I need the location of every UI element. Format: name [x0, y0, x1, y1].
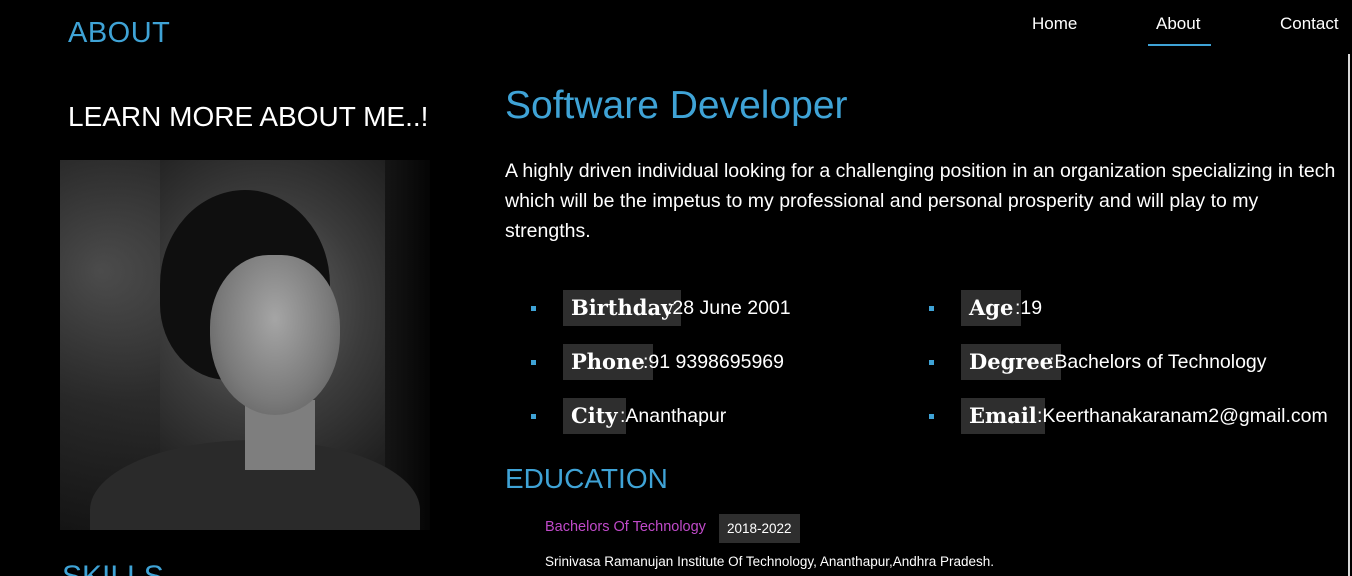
info-label: Phone [563, 344, 653, 380]
bullet-icon [531, 360, 536, 365]
nav-home-link[interactable]: Home [1032, 14, 1077, 34]
skills-title: SKILLS [62, 560, 164, 576]
photo-face [210, 255, 340, 415]
info-label: Birthday [563, 290, 682, 326]
nav-about-link[interactable]: About [1156, 14, 1200, 34]
top-nav: Home About Contact [1000, 14, 1352, 48]
info-label: Age [961, 290, 1022, 326]
summary-text: A highly driven individual looking for a… [505, 160, 1336, 242]
about-page: ABOUT Home About Contact LEARN MORE ABOU… [0, 0, 1352, 576]
info-value: :28 June 2001 [667, 297, 791, 319]
info-value: :91 9398695969 [643, 351, 784, 373]
profile-photo [60, 160, 430, 530]
info-label: Email [961, 398, 1045, 434]
education-institution: Srinivasa Ramanujan Institute Of Technol… [545, 554, 995, 569]
nav-active-underline [1148, 44, 1211, 46]
info-label: City [563, 398, 626, 434]
education-degree: Bachelors Of Technology [545, 519, 706, 535]
bullet-icon [929, 306, 934, 311]
info-value: :Bachelors of Technology [1049, 351, 1267, 373]
education-years-badge: 2018-2022 [719, 514, 800, 543]
learn-more-heading: LEARN MORE ABOUT ME..! [68, 101, 429, 132]
role-title: Software Developer [505, 84, 848, 127]
bullet-icon [929, 360, 934, 365]
bullet-icon [531, 306, 536, 311]
nav-contact-link[interactable]: Contact [1280, 14, 1339, 34]
section-title: ABOUT [68, 17, 171, 49]
page-right-border [1348, 54, 1350, 576]
info-value[interactable]: :Keerthanakaranam2@gmail.com [1037, 398, 1328, 434]
info-value: :19 [1015, 297, 1043, 319]
bullet-icon [531, 414, 536, 419]
info-label: Degree [961, 344, 1062, 380]
bullet-icon [929, 414, 934, 419]
education-title: EDUCATION [505, 463, 668, 494]
info-value: :Ananthapur [620, 405, 727, 427]
